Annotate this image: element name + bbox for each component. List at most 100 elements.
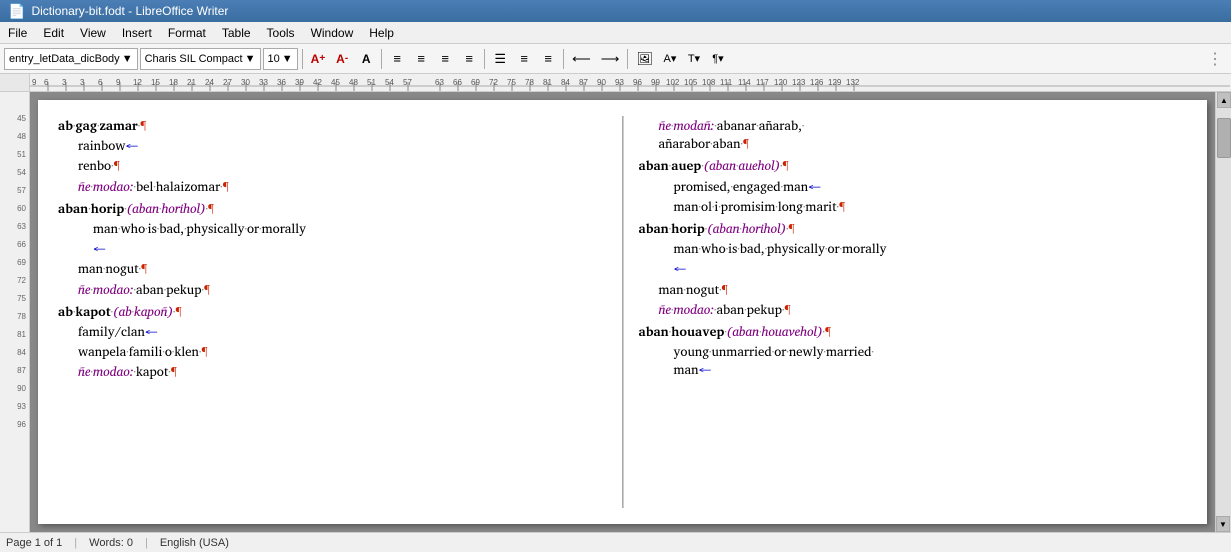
- left-ruler: 45 48 51 54 57 60 63 66 69 72 75 78 81 8…: [0, 92, 30, 532]
- svg-text:132: 132: [846, 78, 860, 87]
- pilcrow-wanpela: ¶: [201, 340, 207, 362]
- svg-text:51: 51: [367, 78, 376, 87]
- align-right-btn[interactable]: ≡: [434, 48, 456, 70]
- svg-text:81: 81: [543, 78, 552, 87]
- svg-text:99: 99: [651, 78, 660, 87]
- font-highlight-btn[interactable]: A▾: [659, 48, 681, 70]
- scrollbar-thumb[interactable]: [1217, 118, 1231, 158]
- entry-abgagzamar: ab·gag·zamar·¶: [58, 116, 607, 134]
- scrollbar-up-btn[interactable]: ▲: [1217, 92, 1231, 108]
- align-left-btn[interactable]: ≡: [386, 48, 408, 70]
- menu-edit[interactable]: Edit: [35, 22, 72, 43]
- insert-image-btn[interactable]: 🖼: [632, 48, 657, 70]
- menu-table[interactable]: Table: [214, 22, 259, 43]
- indent-more-btn[interactable]: ⟶: [597, 48, 624, 70]
- svg-text:48: 48: [349, 78, 358, 87]
- entry-promised: promised,·engaged·man←: [639, 177, 1188, 195]
- entry-main-text: ab·gag·zamar·¶: [58, 116, 607, 134]
- ruler: 9 6 3 3 6 9 12 15 18 21 24 27 30: [30, 74, 1231, 91]
- aban-houavep-bold: aban·houavep·: [639, 320, 727, 342]
- pilcrow-man-nogut1: ¶: [141, 257, 147, 279]
- menu-format[interactable]: Format: [160, 22, 214, 43]
- modao-text: ñe·modao:: [78, 175, 133, 197]
- svg-text:24: 24: [205, 78, 214, 87]
- line-man-arrow: man←: [674, 360, 1188, 378]
- char-highlight-btn[interactable]: T▾: [683, 48, 705, 70]
- svg-text:21: 21: [187, 78, 196, 87]
- line-man-nogut1: man·nogut·¶: [78, 259, 607, 277]
- svg-text:18: 18: [169, 78, 178, 87]
- svg-text:12: 12: [133, 78, 142, 87]
- lang-indicator: English (USA): [160, 537, 229, 549]
- sep2: [381, 49, 382, 69]
- entry-man-who-bad2: man·who·is·bad,·physically·or·morally: [639, 239, 1188, 257]
- svg-text:108: 108: [702, 78, 716, 87]
- align-center-btn[interactable]: ≡: [410, 48, 432, 70]
- svg-text:123: 123: [792, 78, 806, 87]
- size-dropdown[interactable]: 10 ▼: [263, 48, 298, 70]
- titlebar: 📄 Dictionary-bit.fodt - LibreOffice Writ…: [0, 0, 1231, 22]
- svg-text:120: 120: [774, 78, 788, 87]
- font-color-btn[interactable]: A: [355, 48, 377, 70]
- font-size-increase-btn[interactable]: A+: [307, 48, 330, 70]
- pilcrow-añarabor: ¶: [743, 132, 749, 154]
- svg-text:87: 87: [579, 78, 588, 87]
- entry-man-nogut2: man·nogut·¶: [639, 280, 1188, 298]
- sep-status1: |: [74, 537, 77, 549]
- ab-kapot-italic: (ab·kapoñ): [113, 300, 173, 322]
- list-btn[interactable]: ≡: [513, 48, 535, 70]
- entry-modao-bel: ñe·modao:·bel·halaizomar·¶: [58, 177, 607, 195]
- scrollbar-track[interactable]: [1216, 108, 1231, 516]
- menu-view[interactable]: View: [72, 22, 114, 43]
- document-page[interactable]: ab·gag·zamar·¶ rainbow← renbo·¶: [38, 100, 1207, 524]
- svg-text:105: 105: [684, 78, 698, 87]
- entry-man-nogut1: man·nogut·¶: [58, 259, 607, 277]
- svg-text:6: 6: [44, 78, 49, 87]
- pilcrow-pekup2: ¶: [784, 298, 790, 320]
- toolbar1: entry_letData_dicBody ▼ Charis SIL Compa…: [0, 44, 1231, 74]
- line-aban-houavep: aban·houavep·(aban·houavehol)·¶: [639, 322, 1188, 340]
- line-aban-auep: aban·auep·(aban·auehol)·¶: [639, 156, 1188, 174]
- scrollbar-down-btn[interactable]: ▼: [1216, 516, 1230, 532]
- svg-text:36: 36: [277, 78, 286, 87]
- svg-text:27: 27: [223, 78, 232, 87]
- line-man-nogut2: man·nogut·¶: [659, 280, 1188, 298]
- two-column-layout: ab·gag·zamar·¶ rainbow← renbo·¶: [58, 116, 1187, 508]
- line-man-who-bad1: man·who·is·bad,·physically·or·morally: [93, 219, 607, 237]
- sep1: [302, 49, 303, 69]
- menu-tools[interactable]: Tools: [259, 22, 303, 43]
- ab-kapot-bold: ab·kapot·: [58, 300, 113, 322]
- overflow-btn[interactable]: ⋮: [1203, 48, 1227, 70]
- para-btn[interactable]: ¶▾: [707, 48, 729, 70]
- justify-btn[interactable]: ≡: [458, 48, 480, 70]
- ordered-list-btn[interactable]: ≡: [537, 48, 559, 70]
- line-modao-aban-pekup1: ñe·modao:·aban·pekup·¶: [78, 280, 607, 298]
- font-dropdown[interactable]: Charis SIL Compact ▼: [140, 48, 261, 70]
- pilcrow-man-nogut2: ¶: [722, 278, 728, 300]
- page-info: Page 1 of 1: [6, 537, 62, 549]
- line-spacing-btn[interactable]: ☰: [489, 48, 511, 70]
- entry-modao-aban-pekup2: ñe·modao:·aban·pekup·¶: [639, 300, 1188, 318]
- svg-text:129: 129: [828, 78, 842, 87]
- entry-rainbow: rainbow←: [58, 136, 607, 154]
- menu-window[interactable]: Window: [303, 22, 362, 43]
- pilcrow-pekup1: ¶: [204, 278, 210, 300]
- font-size-decrease-btn[interactable]: A-: [331, 48, 353, 70]
- arrow-man-bad: ←: [93, 237, 106, 259]
- pilcrow-kapot: ¶: [171, 360, 177, 382]
- style-dropdown[interactable]: entry_letData_dicBody ▼: [4, 48, 138, 70]
- pilcrow-aban-houavep: ¶: [825, 320, 831, 342]
- indent-less-btn[interactable]: ⟵: [568, 48, 595, 70]
- svg-text:54: 54: [385, 78, 394, 87]
- menu-help[interactable]: Help: [361, 22, 402, 43]
- right-column: ñe·modañ:·abanar·añarab,· añarabor·aban·…: [623, 116, 1188, 508]
- arrow-family: ←: [145, 320, 158, 342]
- right-scrollbar[interactable]: ▲ ▼: [1215, 92, 1231, 532]
- svg-text:3: 3: [80, 78, 85, 87]
- menu-file[interactable]: File: [0, 22, 35, 43]
- pilcrow-renbo: ¶: [114, 154, 120, 176]
- menu-insert[interactable]: Insert: [114, 22, 160, 43]
- sep3: [484, 49, 485, 69]
- entry-aban-horip2: aban·horip·(aban·horihol)·¶: [639, 219, 1188, 237]
- entry-arrow1: ←: [58, 239, 607, 257]
